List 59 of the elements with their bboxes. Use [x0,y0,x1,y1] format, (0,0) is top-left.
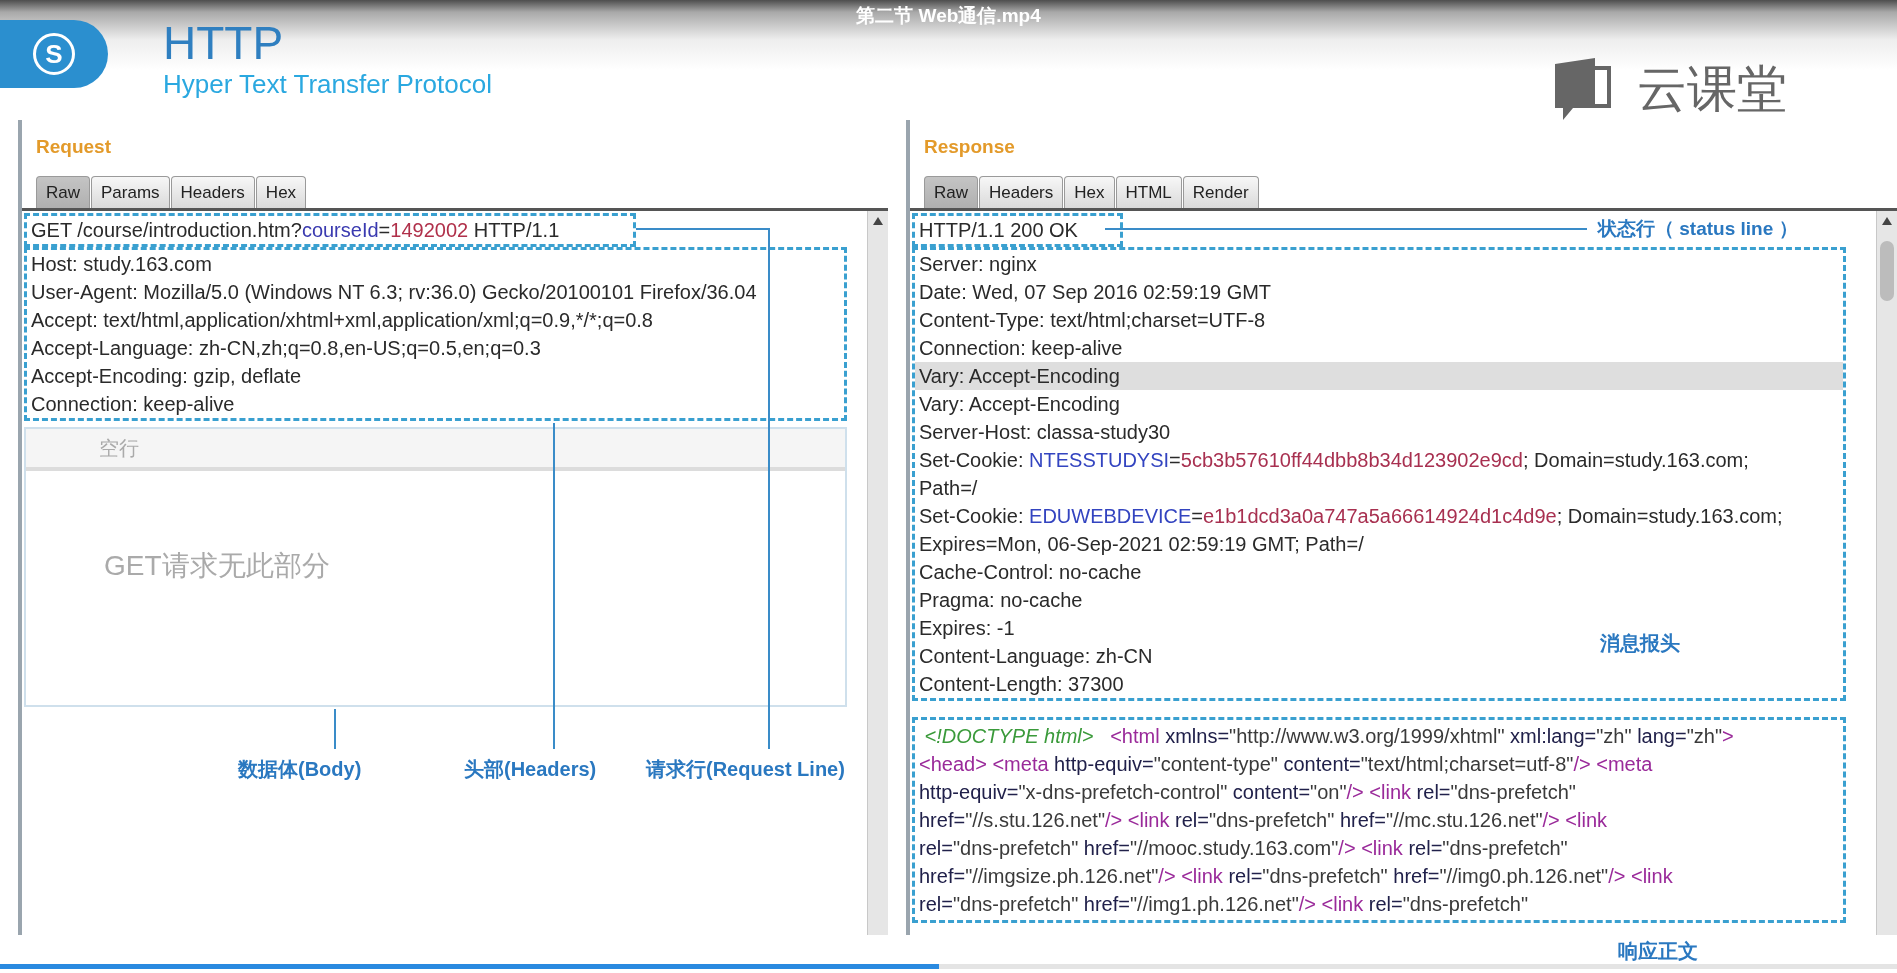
code-line: Server-Host: classa-study30 [918,420,1171,445]
code-line: Pragma: no-cache [918,588,1083,613]
tab[interactable]: HTML [1115,176,1182,208]
annotation-label: 头部(Headers) [464,757,597,782]
tab[interactable]: Headers [979,176,1064,208]
code-line: href="//imgsize.ph.126.net"/> <link rel="dns-prefetch" href="//img0.ph.126.net"/> <link [918,864,1673,889]
leader-line [334,709,336,749]
code-line: <head> <meta http-equiv="content-type" content="text/html;charset=utf-8"/> <meta [918,752,1653,777]
code-line: Date: Wed, 07 Sep 2016 02:59:19 GMT [918,280,1272,305]
blank-line-label: 空行 [99,435,139,461]
code-line: Server: nginx [918,252,1037,277]
annotation-label: 消息报头 [1600,631,1680,656]
code-line: Expires: -1 [918,616,1015,641]
code-line: Vary: Accept-Encoding [918,392,1120,417]
code-line: href="//s.stu.126.net"/> <link rel="dns-prefetch" href="//mc.stu.126.net"/> <link [918,808,1608,833]
video-title: 第二节 Web通信.mp4 [856,4,1041,28]
code-line: rel="dns-prefetch" href="//mooc.study.163.com"/> <link rel="dns-prefetch" [918,836,1568,861]
code-line: Path=/ [918,476,978,501]
code-line: Accept-Encoding: gzip, deflate [30,364,302,389]
code-line: GET /course/introduction.htm?courseId=1492002 HTTP/1.1 [30,218,560,243]
code-line: rel="dns-prefetch" href="//img1.ph.126.net"/> <link rel="dns-prefetch" [918,892,1529,917]
body-note: GET请求无此部分 [104,549,330,583]
scroll-up-icon [1882,217,1892,225]
tab[interactable]: Raw [924,176,978,208]
code-line: Set-Cookie: EDUWEBDEVICE=e1b1dcd3a0a747a5a66614924d1c4d9e; Domain=study.163.com; [918,504,1783,529]
code-line: <!DOCTYPE html> <html xmlns="http://www.w3.org/1999/xhtml" xml:lang="zh" lang="zh"> [923,724,1734,749]
page-subtitle: Hyper Text Transfer Protocol [163,68,492,100]
code-line: Accept: text/html,application/xhtml+xml,application/xml;q=0.9,*/*;q=0.8 [30,308,653,333]
tab[interactable]: Params [91,176,170,208]
code-line: Expires=Mon, 06-Sep-2021 02:59:19 GMT; Path=/ [918,532,1364,557]
video-progress-bar[interactable] [0,964,1897,969]
tab[interactable]: Headers [170,176,255,208]
code-line: User-Agent: Mozilla/5.0 (Windows NT 6.3; rv:36.0) Gecko/20100101 Firefox/36.04 [30,280,757,305]
page-title: HTTP [163,18,284,68]
brand-name: 云课堂 [1637,60,1787,119]
code-line: Cache-Control: no-cache [918,560,1142,585]
tab[interactable]: Hex [1064,176,1115,208]
code-line: Content-Type: text/html;charset=UTF-8 [918,308,1266,333]
code-line: Set-Cookie: NTESSTUDYSI=5cb3b57610ff44dbb8b34d123902e9cd; Domain=study.163.com; [918,448,1749,473]
code-line: HTTP/1.1 200 OK [918,218,1078,243]
code-line: http-equiv="x-dns-prefetch-control" content="on"/> <link rel="dns-prefetch" [918,780,1576,805]
annotation-label: 响应正文 [1618,939,1698,964]
code-line: Accept-Language: zh-CN,zh;q=0.8,en-US;q=0.5,en;q=0.3 [30,336,541,361]
annotation-label: 数据体(Body) [238,757,362,782]
tab[interactable]: Hex [255,176,307,208]
code-line: Content-Length: 37300 [918,672,1124,697]
tab[interactable]: Render [1182,176,1259,208]
scroll-thumb[interactable] [1880,241,1894,301]
code-line: Content-Language: zh-CN [918,644,1153,669]
panel-label: Response [924,136,1015,158]
code-line: Connection: keep-alive [30,392,235,417]
code-line: Connection: keep-alive [918,336,1123,361]
code-line: Host: study.163.com [30,252,212,277]
tab[interactable]: Raw [36,176,90,208]
logo: S [0,20,108,88]
panel-label: Request [36,136,111,158]
scroll-up-icon [873,217,883,225]
annotation-label: 状态行（ status line ） [1598,217,1798,241]
annotation-label: 请求行(Request Line) [646,757,845,782]
